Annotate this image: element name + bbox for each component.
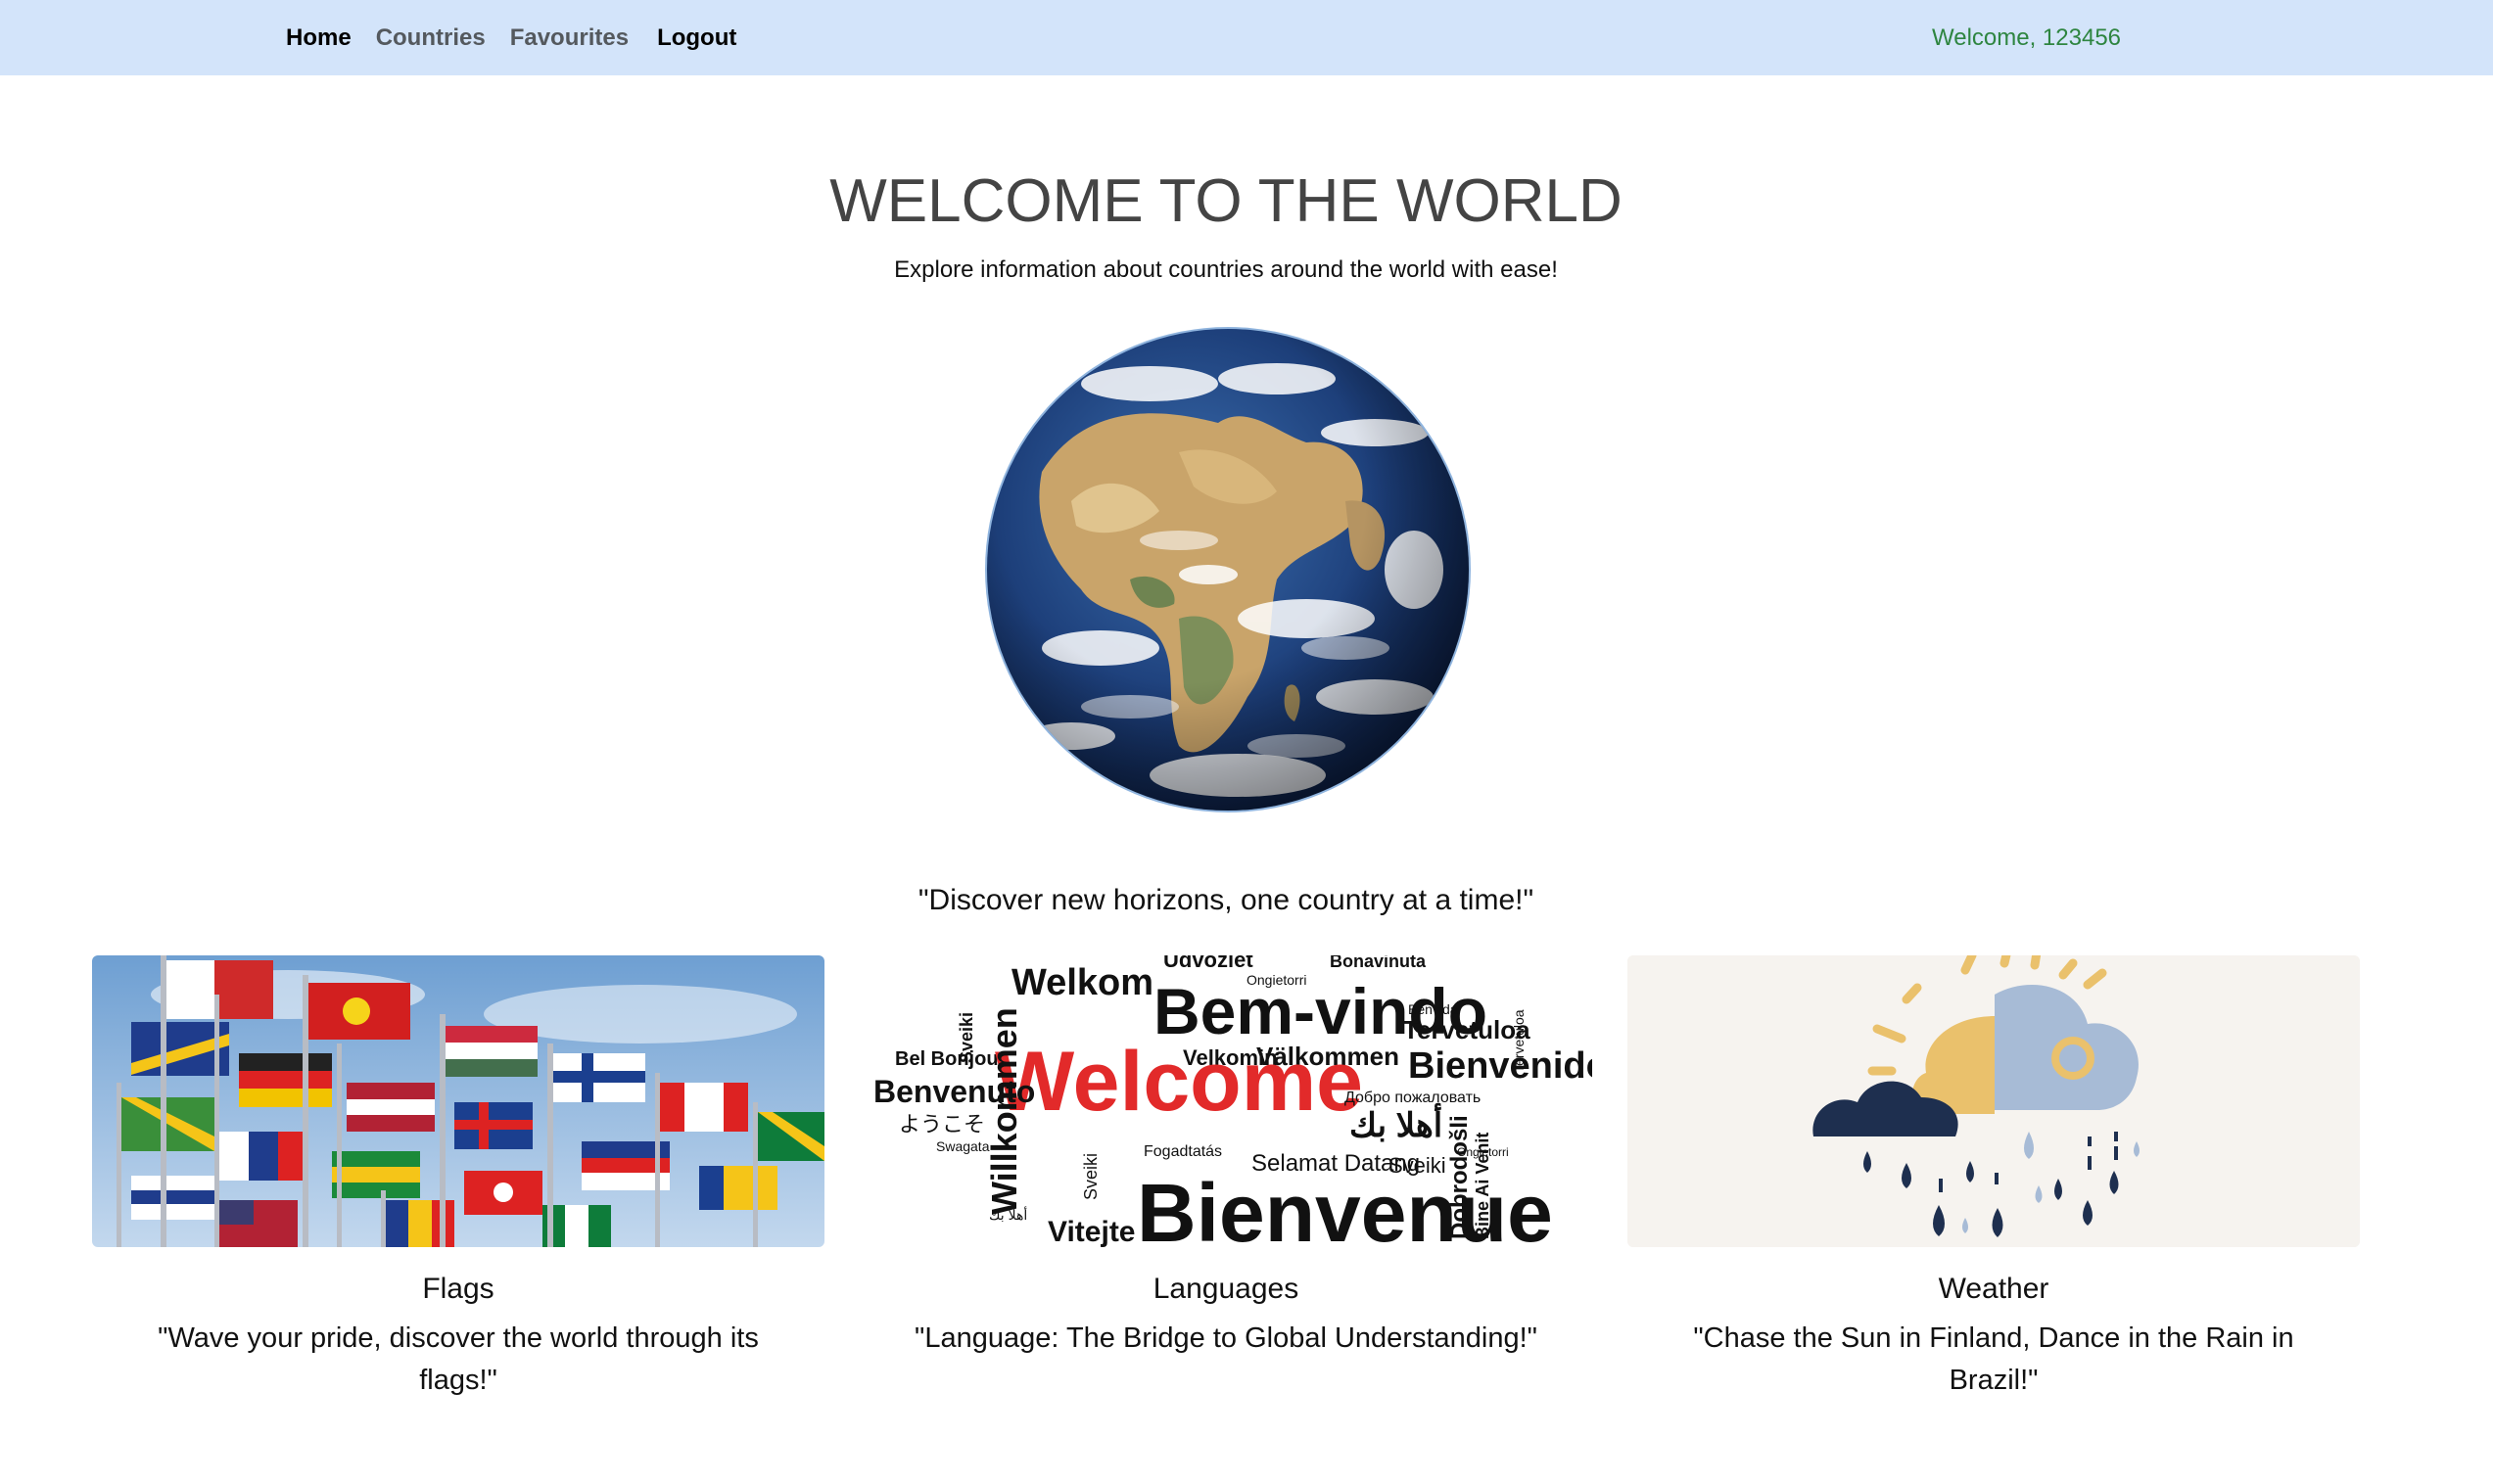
card-text: "Language: The Bridge to Global Understa… <box>915 1322 1537 1354</box>
card-title: Flags <box>422 1273 494 1305</box>
word-cloud-word: Добро пожаловать <box>1344 1090 1481 1106</box>
waving-flags-image <box>92 955 824 1247</box>
logout-button[interactable]: Logout <box>657 24 736 52</box>
welcome-user-text: Welcome, 123456 <box>1932 23 2122 51</box>
nav-favourites-link[interactable]: Favourites <box>510 24 629 52</box>
word-cloud-word: Fogadtatás <box>1144 1143 1222 1160</box>
card-title: Weather <box>1938 1273 2049 1305</box>
word-cloud-word: أهلا بك <box>1349 1103 1442 1144</box>
card-text: "Wave your pride, discover the world thr… <box>158 1322 759 1396</box>
word-cloud-word: Bine Ai Venit <box>1473 1133 1492 1239</box>
card-title: Languages <box>1152 1273 1299 1305</box>
page-title: WELCOME TO THE WORLD <box>829 167 1623 235</box>
word-cloud-word: Bel Bonjou <box>895 1048 999 1070</box>
word-cloud-word: Swagata <box>936 1138 990 1154</box>
word-cloud-word: Sveiki <box>957 1012 976 1063</box>
word-cloud-word: Bonavinuta <box>1330 955 1427 971</box>
earth-globe-image <box>983 325 1473 814</box>
nav-links: Home Countries Favourites Logout <box>286 0 761 75</box>
word-cloud-word: Benvida <box>1408 1001 1458 1017</box>
word-cloud-word: Willkommen <box>984 1007 1024 1215</box>
languages-card[interactable]: Üdvözlet Bonavinuta Ongietorri Welkom Be… <box>860 955 1592 1360</box>
sun-rain-illustration <box>1627 955 2360 1247</box>
card-text: "Chase the Sun in Finland, Dance in the … <box>1693 1322 2294 1396</box>
word-cloud-word: Tervetuloa <box>1511 1009 1527 1073</box>
word-cloud-main-word: Welcome <box>995 1035 1363 1129</box>
page-subtitle: Explore information about countries arou… <box>894 256 1558 283</box>
flags-card[interactable]: Flags "Wave your pride, discover the wor… <box>92 955 824 1402</box>
top-navbar: Home Countries Favourites Logout Welcome… <box>0 0 2493 75</box>
word-cloud-word: Dobrodošli <box>1446 1115 1473 1239</box>
nav-countries-link[interactable]: Countries <box>376 24 486 52</box>
word-cloud-word: Üdvözlet <box>1163 955 1253 972</box>
tagline: "Discover new horizons, one country at a… <box>917 884 1534 916</box>
word-cloud-word: Welkom <box>1011 962 1153 1003</box>
welcome-word-cloud-image: Üdvözlet Bonavinuta Ongietorri Welkom Be… <box>860 955 1592 1247</box>
word-cloud-word: ようこそ <box>899 1112 985 1136</box>
word-cloud-word: Sveiki <box>1081 1153 1101 1200</box>
word-cloud-word: Bienvenido <box>1408 1045 1592 1087</box>
nav-home-link[interactable]: Home <box>286 24 352 52</box>
weather-card[interactable]: Weather "Chase the Sun in Finland, Dance… <box>1627 955 2360 1402</box>
word-cloud-word: Vitejte <box>1048 1216 1136 1247</box>
